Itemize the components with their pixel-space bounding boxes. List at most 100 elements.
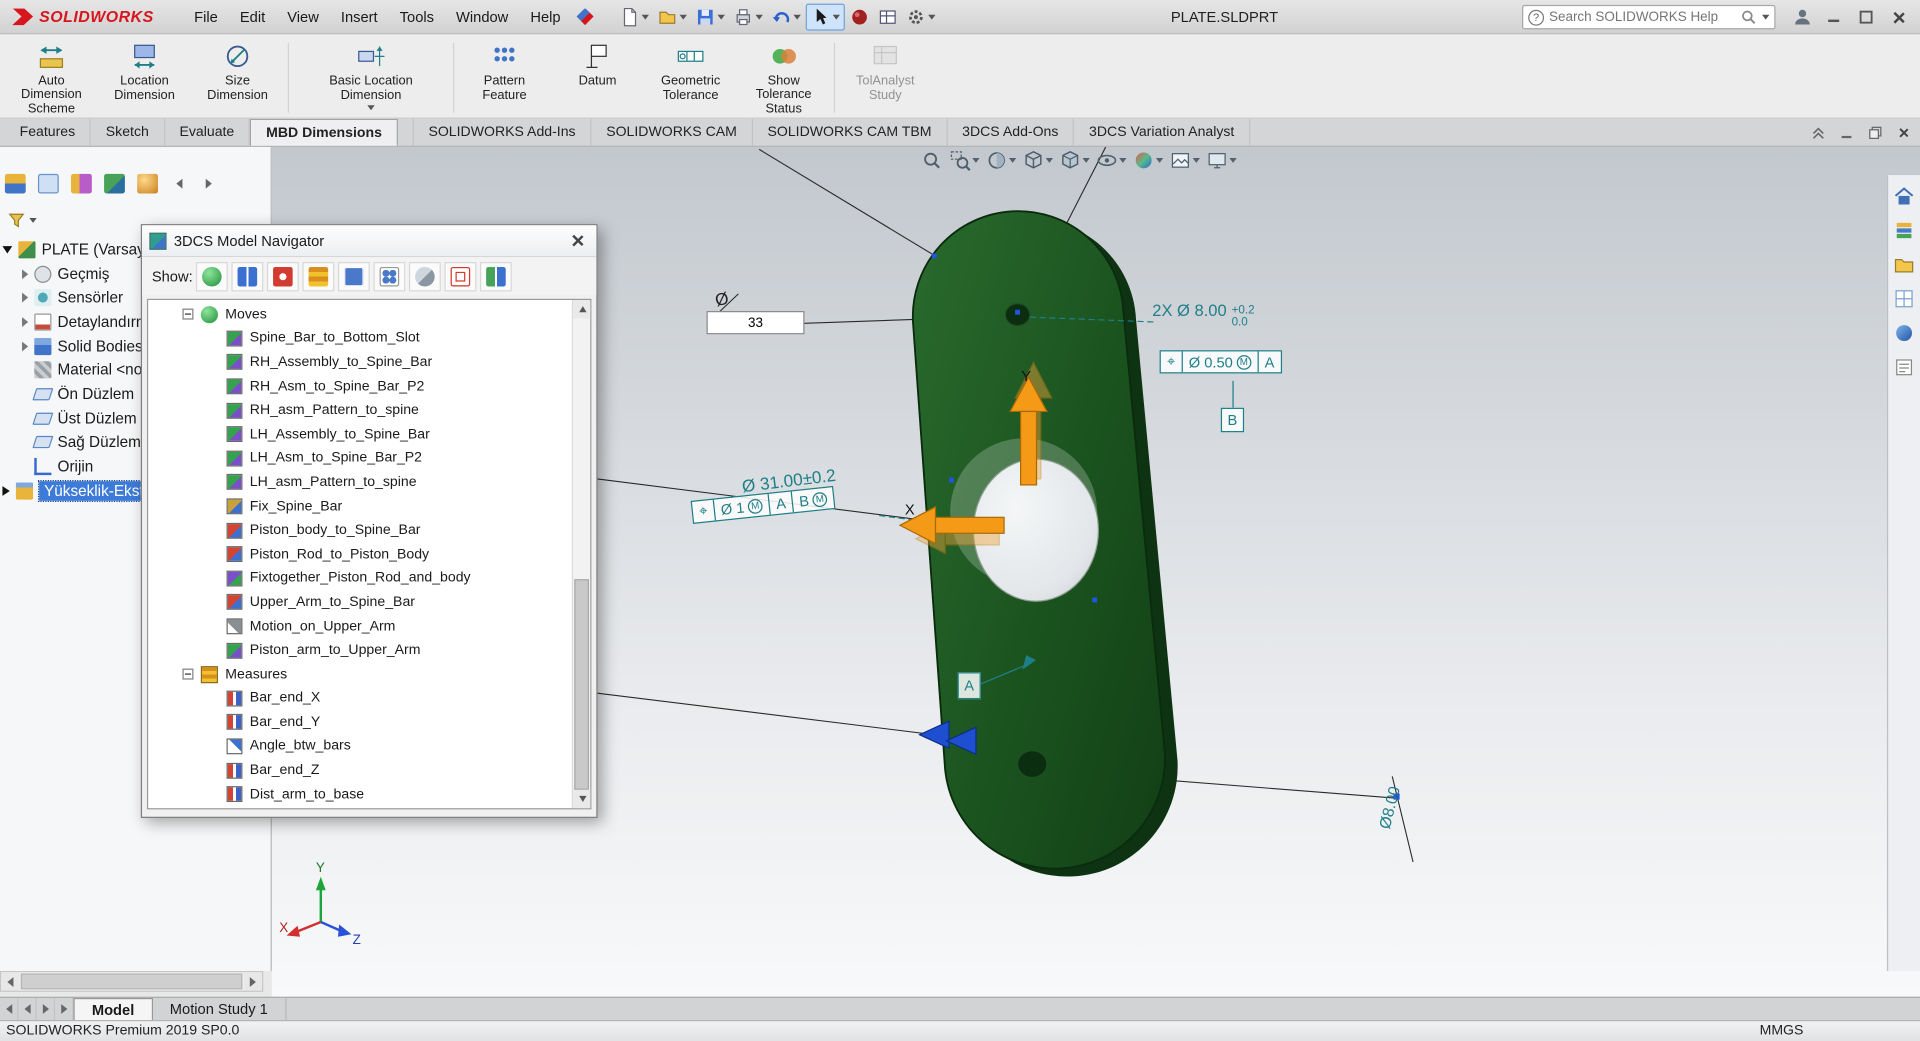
doc-close-button[interactable] [1891,121,1915,143]
expander-icon[interactable] [22,293,28,303]
show-filter-button-5[interactable] [338,261,370,290]
chevron-down-icon[interactable] [679,14,686,19]
datum-a-label[interactable]: A [958,672,981,699]
feature-control-frame-top[interactable]: ⌖ Ø 0.50M A [1160,350,1282,373]
collapse-icon[interactable] [182,309,193,320]
chevron-down-icon[interactable] [1009,158,1016,163]
save-button[interactable] [692,3,729,30]
model-navigator-dialog[interactable]: 3DCS Model Navigator Show: Moves Spine_B… [141,224,598,818]
size-dimension-button[interactable]: Size Dimension [191,38,284,118]
geometric-tolerance-button[interactable]: Geometric Tolerance [644,38,737,118]
menu-window[interactable]: Window [445,2,519,31]
dimxpertmanager-tab-icon[interactable] [104,174,125,194]
search-icon[interactable] [1740,9,1757,26]
tab-solidworks-cam-tbm[interactable]: SOLIDWORKS CAM TBM [753,119,948,146]
chevron-down-icon[interactable] [1229,158,1236,163]
chevron-down-icon[interactable] [1762,15,1769,20]
expander-icon[interactable] [22,269,28,279]
view-settings-button[interactable] [1206,149,1237,171]
zoom-fit-button[interactable] [921,149,943,171]
units-indicator[interactable]: MMGS [1760,1024,1804,1039]
first-tab-button[interactable] [0,998,18,1020]
dialog-close-button[interactable] [564,228,588,252]
configurationmanager-tab-icon[interactable] [71,174,92,194]
location-dimension-button[interactable]: Location Dimension [98,38,191,118]
move-item[interactable]: RH_asm_Pattern_to_spine [148,398,570,422]
collapse-icon[interactable] [182,669,193,680]
display-style-button[interactable] [1059,149,1090,171]
tab-mbd-dimensions[interactable]: MBD Dimensions [250,119,398,146]
move-item[interactable]: Fixtogether_Piston_Rod_and_body [148,566,570,590]
menu-file[interactable]: File [183,2,229,31]
datum-b-label[interactable]: B [1221,408,1244,432]
chevron-down-icon[interactable] [972,158,979,163]
file-explorer-icon[interactable] [1893,253,1915,275]
apply-scene-button[interactable] [1169,149,1200,171]
expander-icon[interactable] [22,317,28,327]
scroll-left-button[interactable] [1,972,19,990]
displaymanager-tab-icon[interactable] [137,174,158,194]
new-document-button[interactable] [616,3,653,30]
home-icon[interactable] [1893,185,1915,207]
expander-icon[interactable] [22,341,28,351]
hide-show-items-button[interactable] [1096,149,1127,171]
close-window-button[interactable] [1883,4,1912,31]
print-button[interactable] [730,3,767,30]
section-view-button[interactable] [986,149,1017,171]
chevron-down-icon[interactable] [1193,158,1200,163]
datum-button[interactable]: Datum [551,38,644,118]
hole-callout[interactable]: 2X Ø 8.00+0.20.0 [1152,301,1254,329]
design-library-icon[interactable] [1893,219,1915,241]
chevron-down-icon[interactable] [832,14,839,19]
edit-appearance-button[interactable] [1133,149,1164,171]
scroll-right-button[interactable] [244,972,262,990]
doc-minimize-button[interactable] [1834,121,1858,143]
tab-sketch[interactable]: Sketch [91,119,165,146]
menu-view[interactable]: View [276,2,330,31]
tree-group-moves[interactable]: Moves [148,302,570,326]
measure-item[interactable]: Bar_end_X [148,686,570,710]
panel-scroll-left-button[interactable] [170,174,187,194]
chevron-down-icon[interactable] [1156,158,1163,163]
tab-evaluate[interactable]: Evaluate [165,119,250,146]
tab-3dcs-add-ons[interactable]: 3DCS Add-Ons [947,119,1074,146]
chevron-down-icon[interactable] [1082,158,1089,163]
scrollbar-thumb[interactable] [574,579,589,790]
select-tool-button[interactable] [805,3,844,30]
move-item[interactable]: RH_Assembly_to_Spine_Bar [148,350,570,374]
doc-restore-button[interactable] [1862,121,1886,143]
open-button[interactable] [654,3,691,30]
chevron-down-icon[interactable] [641,14,648,19]
propertymanager-tab-icon[interactable] [38,174,59,194]
scroll-down-button[interactable] [573,790,591,808]
motion-study-tab[interactable]: Motion Study 1 [153,998,287,1020]
tab-3dcs-variation-analyst[interactable]: 3DCS Variation Analyst [1074,119,1250,146]
expander-icon[interactable] [2,486,9,496]
model-tab[interactable]: Model [73,998,152,1020]
move-item[interactable]: Motion_on_Upper_Arm [148,614,570,638]
chevron-down-icon[interactable] [29,217,36,222]
chevron-down-icon[interactable] [1046,158,1053,163]
chevron-down-icon[interactable] [367,105,374,110]
dimension-edit-field[interactable] [707,311,805,334]
expander-open-icon[interactable] [2,246,12,253]
show-filter-button-1[interactable] [196,261,228,290]
move-item[interactable]: LH_Asm_to_Spine_Bar_P2 [148,446,570,470]
tree-group-measures[interactable]: Measures [148,662,570,686]
scroll-up-button[interactable] [573,300,591,318]
tab-features[interactable]: Features [5,119,91,146]
move-item[interactable]: Piston_arm_to_Upper_Arm [148,638,570,662]
menu-edit[interactable]: Edit [229,2,276,31]
view-orientation-button[interactable] [1022,149,1053,171]
move-item[interactable]: Piston_body_to_Spine_Bar [148,518,570,542]
tree-horizontal-scrollbar[interactable] [0,971,263,992]
show-filter-button-3[interactable] [267,261,299,290]
measure-item[interactable]: Bar_end_Z [148,758,570,782]
appearances-icon[interactable] [1893,322,1915,344]
minimize-button[interactable] [1820,4,1849,31]
basic-location-dimension-button[interactable]: Basic Location Dimension [293,38,450,118]
last-tab-button[interactable] [55,998,73,1020]
chevron-down-icon[interactable] [717,14,724,19]
view-palette-icon[interactable] [1893,288,1915,310]
show-filter-button-7[interactable] [409,261,441,290]
